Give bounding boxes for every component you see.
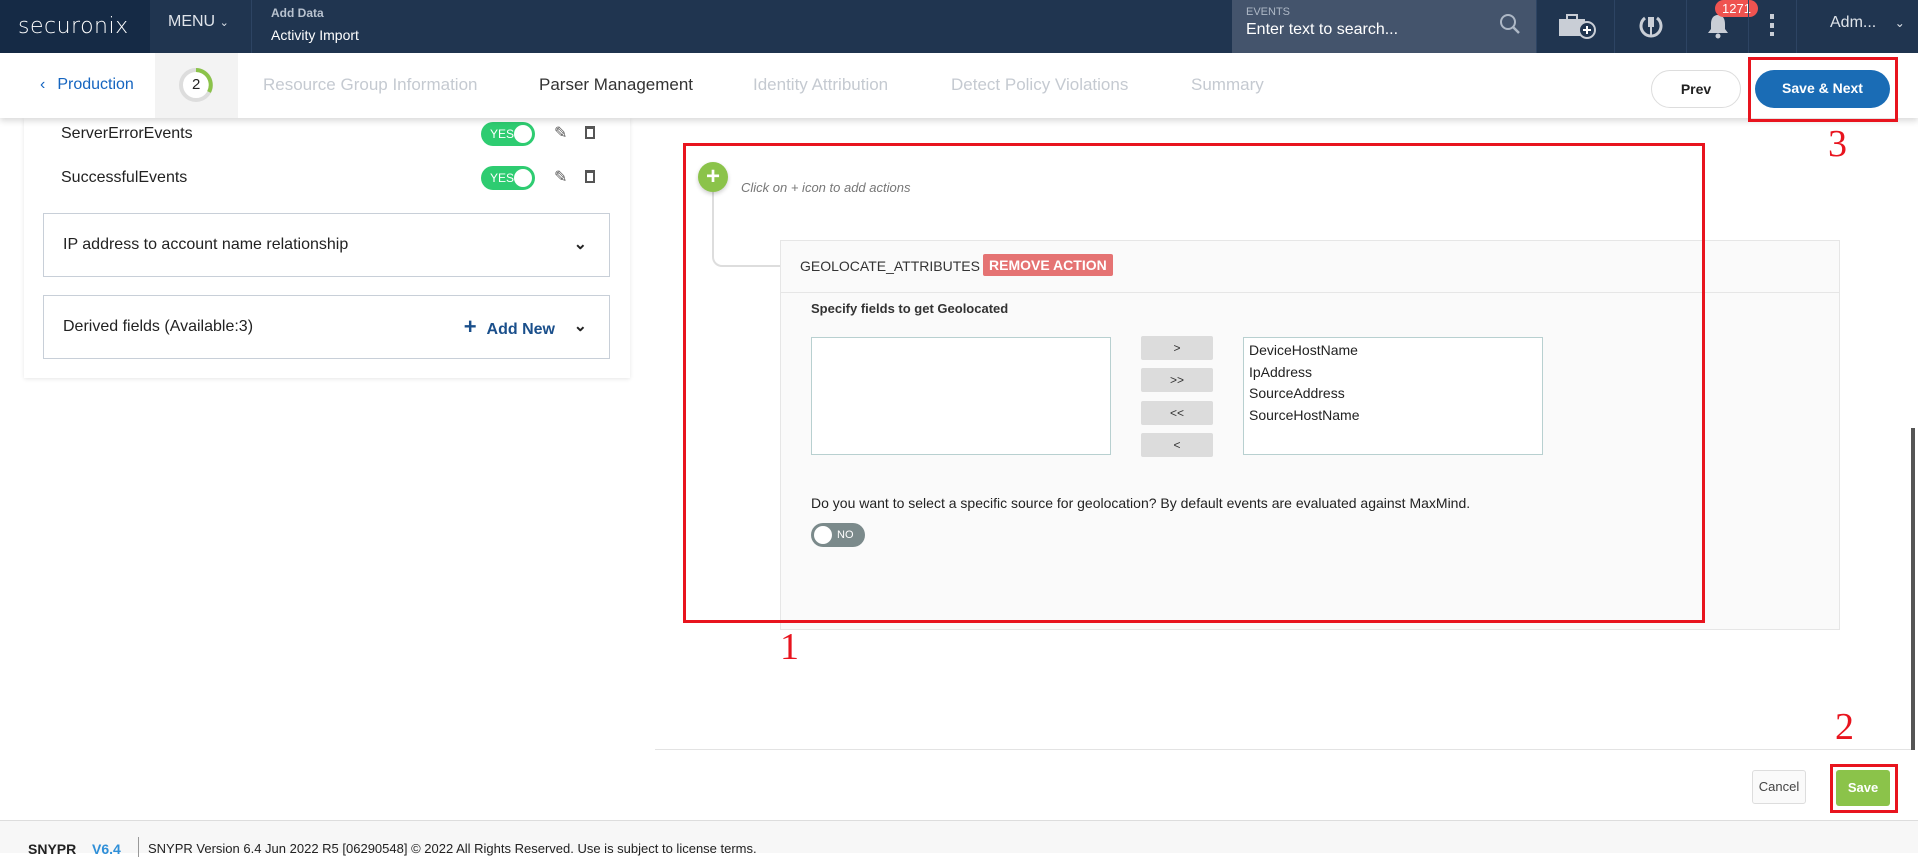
step-progress: 2	[155, 53, 238, 118]
chevron-left-icon: ‹	[40, 76, 46, 93]
plug-icon	[1639, 16, 1663, 38]
annotation-number-3: 3	[1828, 123, 1847, 165]
breadcrumb-current: Activity Import	[271, 27, 359, 43]
add-case-button[interactable]	[1536, 0, 1614, 53]
event-types-card: ServerErrorEvents YES ✎ SuccessfulEvents…	[24, 118, 630, 378]
step-detect-policy-violations[interactable]: Detect Policy Violations	[951, 75, 1128, 95]
connector-button[interactable]	[1614, 0, 1686, 53]
cancel-button[interactable]: Cancel	[1752, 770, 1806, 804]
add-new-button[interactable]: + Add New	[464, 296, 555, 361]
menu-label: MENU	[168, 13, 216, 30]
annotation-box-3	[1748, 57, 1898, 122]
trash-icon[interactable]	[585, 170, 595, 183]
chevron-down-icon: ⌄	[219, 17, 229, 29]
footer-brand: SNYPR	[28, 841, 77, 857]
derived-fields-section[interactable]: Derived fields (Available:3) + Add New ⌄	[43, 295, 610, 359]
event-toggle[interactable]: YES	[481, 166, 535, 190]
prev-button[interactable]: Prev	[1651, 70, 1741, 108]
chevron-down-icon: ⌄	[1894, 16, 1905, 30]
chevron-down-icon[interactable]: ⌄	[574, 214, 587, 276]
menu-button[interactable]: MENU ⌄	[150, 0, 252, 53]
search-placeholder: Enter text to search...	[1246, 21, 1399, 38]
user-name: Adm...	[1830, 14, 1877, 31]
divider	[655, 749, 1912, 750]
annotation-number-1: 1	[780, 626, 799, 668]
section-title: Derived fields (Available:3)	[63, 318, 254, 335]
search-label: EVENTS	[1246, 6, 1291, 18]
footer-copyright: SNYPR Version 6.4 Jun 2022 R5 [06290548]…	[148, 841, 757, 856]
annotation-number-2: 2	[1835, 706, 1854, 748]
user-menu[interactable]: Adm... ⌄	[1830, 14, 1905, 32]
search-input[interactable]: EVENTS Enter text to search...	[1232, 0, 1536, 53]
vertical-dots-icon	[1770, 14, 1774, 36]
step-parser-management[interactable]: Parser Management	[539, 75, 693, 95]
logo[interactable]: securonix	[0, 0, 150, 53]
edit-icon[interactable]: ✎	[554, 167, 567, 187]
plus-icon: +	[463, 314, 477, 339]
add-new-label: Add New	[486, 321, 555, 338]
briefcase-plus-icon	[1559, 14, 1596, 39]
page-footer: SNYPR V6.4 SNYPR Version 6.4 Jun 2022 R5…	[0, 820, 1918, 857]
step-summary[interactable]: Summary	[1191, 75, 1264, 95]
breadcrumb-parent[interactable]: Add Data	[271, 6, 324, 20]
annotation-box-1	[683, 143, 1705, 623]
left-panel: ServerErrorEvents YES ✎ SuccessfulEvents…	[0, 118, 655, 820]
back-to-production-link[interactable]: ‹ Production	[40, 76, 134, 94]
event-row-name: SuccessfulEvents	[61, 169, 188, 186]
ip-account-relationship-section[interactable]: IP address to account name relationship …	[43, 213, 610, 277]
edit-icon[interactable]: ✎	[554, 123, 567, 143]
step-resource-group[interactable]: Resource Group Information	[263, 75, 478, 95]
step-identity-attribution[interactable]: Identity Attribution	[753, 75, 888, 95]
annotation-box-2	[1830, 764, 1898, 813]
wizard-stepper: ‹ Production 2 Resource Group Information…	[0, 53, 1918, 118]
footer-version: V6.4	[92, 841, 121, 857]
event-toggle[interactable]: YES	[481, 122, 535, 146]
top-header: securonix MENU ⌄ Add Data Activity Impor…	[0, 0, 1918, 53]
section-title: IP address to account name relationship	[63, 236, 349, 253]
back-label: Production	[57, 76, 134, 93]
scrollbar[interactable]	[1911, 428, 1915, 750]
event-row-name: ServerErrorEvents	[61, 125, 193, 142]
divider	[138, 837, 139, 857]
search-icon[interactable]	[1498, 12, 1522, 36]
chevron-down-icon[interactable]: ⌄	[574, 296, 587, 358]
step-number: 2	[192, 76, 201, 93]
trash-icon[interactable]	[585, 126, 595, 139]
more-options-button[interactable]	[1748, 0, 1796, 53]
